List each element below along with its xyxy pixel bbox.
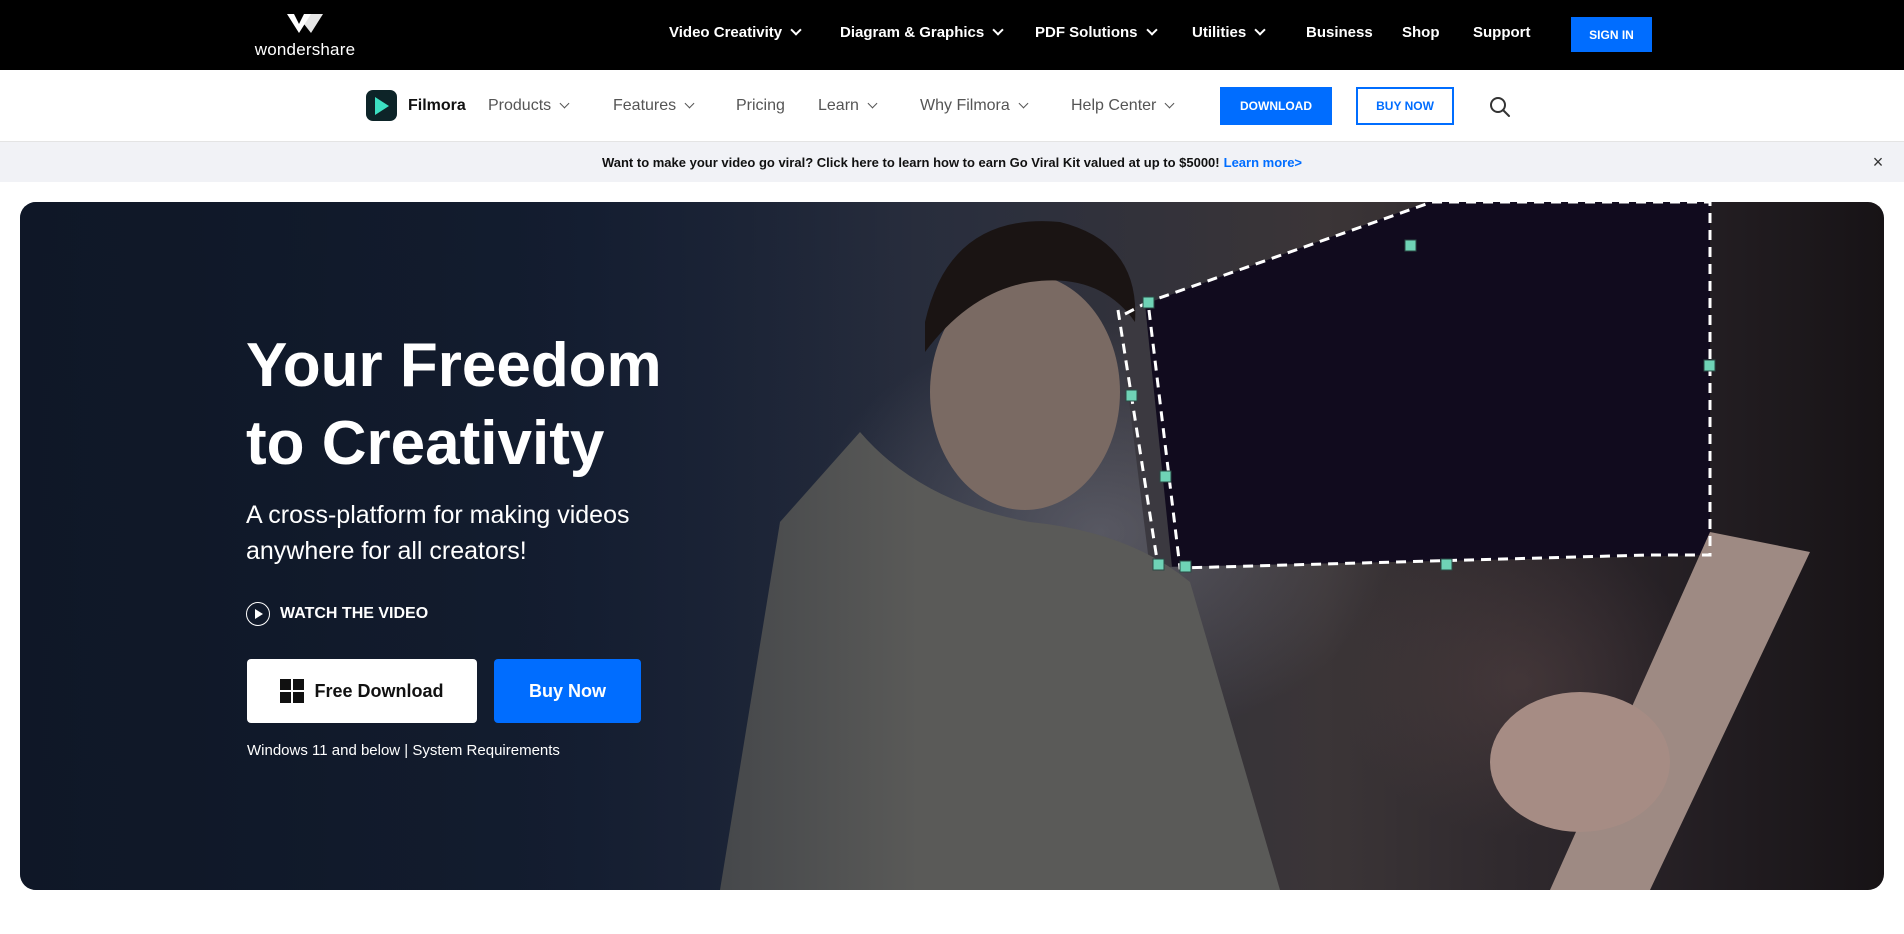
download-button[interactable]: DOWNLOAD (1220, 87, 1332, 125)
nav-shop[interactable]: Shop (1402, 24, 1440, 41)
nav-label: Support (1473, 24, 1531, 41)
prod-nav-products[interactable]: Products (488, 97, 570, 115)
global-top-bar: wondershare Video Creativity Diagram & G… (0, 0, 1904, 70)
nav-label: Shop (1402, 24, 1440, 41)
nav-diagram-graphics[interactable]: Diagram & Graphics (840, 24, 1004, 41)
product-name[interactable]: Filmora (408, 97, 466, 115)
wondershare-logo[interactable]: wondershare (250, 12, 360, 60)
nav-utilities[interactable]: Utilities (1192, 24, 1266, 41)
hero-title-line: Your Freedom (246, 331, 662, 400)
nav-label: PDF Solutions (1035, 24, 1138, 41)
prod-nav-label: Learn (818, 97, 859, 114)
hero-subtitle-line: anywhere for all creators! (246, 537, 527, 565)
filmora-logo-icon[interactable] (366, 90, 397, 121)
hero-title-line: to Creativity (246, 409, 605, 478)
chevron-down-icon (992, 24, 1004, 36)
hero-title: Your Freedom to Creativity (246, 327, 766, 483)
chevron-down-icon (559, 98, 570, 109)
nav-video-creativity[interactable]: Video Creativity (669, 24, 802, 41)
prod-nav-label: Why Filmora (920, 97, 1010, 114)
nav-label: Diagram & Graphics (840, 24, 985, 41)
prod-nav-features[interactable]: Features (613, 97, 695, 115)
announcement-text: Want to make your video go viral? Click … (601, 154, 1220, 170)
watch-video-link[interactable]: WATCH THE VIDEO (246, 602, 428, 626)
chevron-down-icon (867, 98, 878, 109)
product-nav-bar: Filmora Products Features Pricing Learn … (0, 70, 1904, 142)
hero-subtitle-line: A cross-platform for making videos (246, 501, 630, 529)
close-icon[interactable]: × (1868, 152, 1888, 172)
free-download-button[interactable]: Free Download (247, 659, 477, 723)
chevron-down-icon (1145, 24, 1158, 36)
prod-nav-label: Help Center (1071, 97, 1157, 114)
chevron-down-icon (1254, 24, 1266, 36)
hero-buy-now-button[interactable]: Buy Now (494, 659, 641, 723)
prod-nav-label: Products (488, 97, 552, 114)
hero-banner: Your Freedom to Creativity A cross-platf… (20, 202, 1884, 890)
hero-subtitle: A cross-platform for making videos anywh… (246, 497, 706, 569)
nav-support[interactable]: Support (1473, 24, 1531, 41)
prod-nav-pricing[interactable]: Pricing (736, 97, 785, 115)
sign-in-button[interactable]: SIGN IN (1571, 17, 1652, 52)
learn-more-link[interactable]: Learn more> (1224, 155, 1302, 170)
nav-label: Utilities (1192, 24, 1247, 41)
prod-nav-help-center[interactable]: Help Center (1071, 97, 1175, 115)
system-requirements-note[interactable]: Windows 11 and below | System Requiremen… (247, 742, 560, 759)
prod-nav-why-filmora[interactable]: Why Filmora (920, 97, 1029, 115)
chevron-down-icon (790, 24, 802, 36)
prod-nav-label: Features (613, 97, 677, 114)
prod-nav-learn[interactable]: Learn (818, 97, 878, 115)
free-download-label: Free Download (314, 680, 444, 701)
search-icon[interactable] (1488, 95, 1512, 119)
nav-business[interactable]: Business (1306, 24, 1373, 41)
wondershare-mark-icon (287, 14, 323, 33)
prod-nav-label: Pricing (736, 97, 785, 114)
windows-icon (280, 679, 305, 703)
nav-pdf-solutions[interactable]: PDF Solutions (1035, 24, 1158, 41)
chevron-down-icon (1164, 98, 1175, 109)
nav-label: Video Creativity (669, 24, 783, 41)
watch-video-label: WATCH THE VIDEO (280, 605, 429, 622)
chevron-down-icon (684, 98, 695, 109)
nav-label: Business (1306, 24, 1373, 41)
announcement-banner[interactable]: Want to make your video go viral? Click … (0, 142, 1904, 182)
chevron-down-icon (1018, 98, 1029, 109)
play-circle-icon (246, 602, 270, 626)
buy-now-button[interactable]: BUY NOW (1356, 87, 1454, 125)
brand-name: wondershare (254, 40, 356, 59)
